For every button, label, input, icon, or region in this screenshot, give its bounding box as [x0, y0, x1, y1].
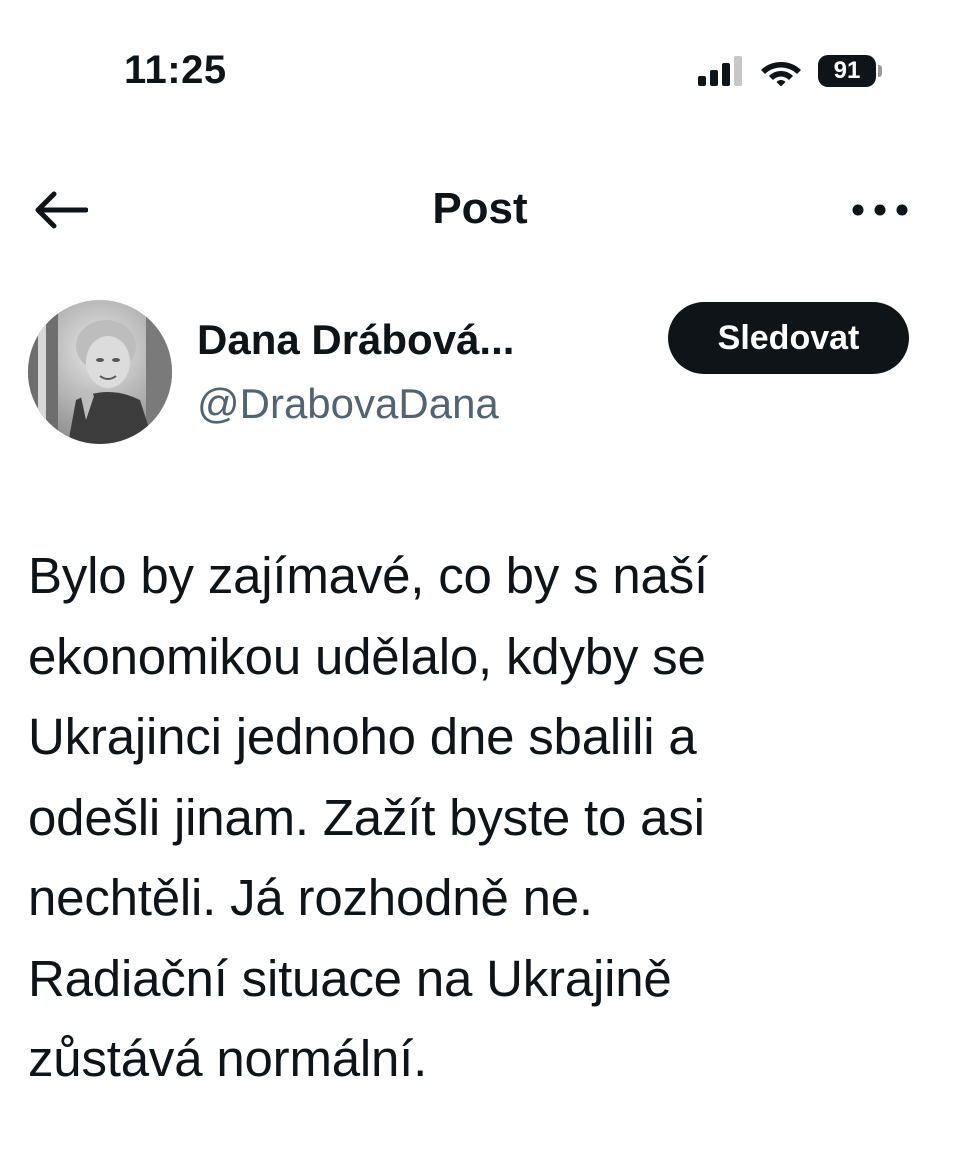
battery-indicator: 91: [818, 55, 882, 87]
status-icons: 91: [698, 50, 882, 92]
author-handle[interactable]: @DrabovaDana: [197, 380, 499, 428]
follow-button[interactable]: Sledovat: [668, 302, 909, 374]
battery-tip: [878, 65, 882, 77]
cellular-signal-icon: [698, 56, 742, 86]
avatar[interactable]: [28, 300, 172, 444]
author-row: Dana Drábová... @DrabovaDana Sledovat: [0, 296, 960, 456]
wifi-icon: [761, 62, 801, 86]
avatar-photo: [28, 300, 172, 444]
more-options-button[interactable]: [848, 192, 912, 228]
status-bar: 11:25 91: [0, 0, 960, 140]
page-title: Post: [432, 184, 528, 233]
battery-level: 91: [818, 55, 876, 87]
post-header: Post: [0, 170, 960, 250]
post-text: Bylo by zajímavé, co by s naší ekonomiko…: [28, 547, 708, 1087]
more-horizontal-icon: [852, 204, 908, 216]
author-name[interactable]: Dana Drábová...: [197, 316, 514, 364]
status-time: 11:25: [124, 48, 227, 92]
